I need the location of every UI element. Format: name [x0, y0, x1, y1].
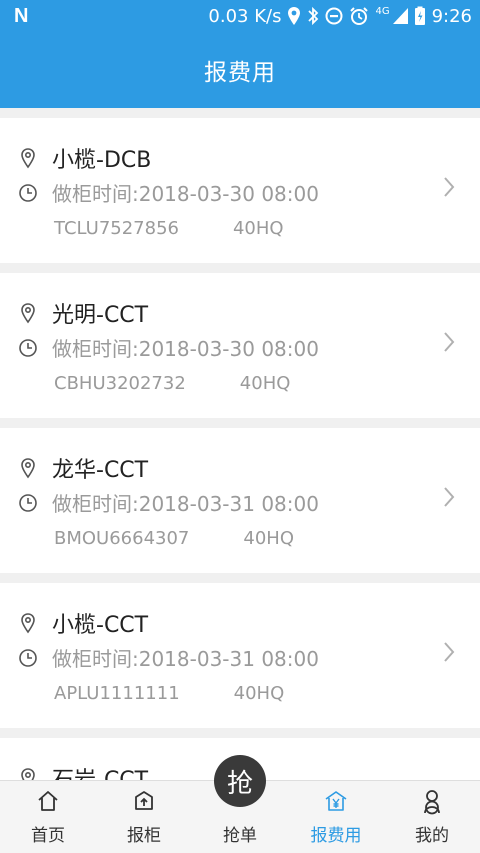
status-bar: N 0.03 K/s 4G 9:26 — [0, 0, 480, 32]
container-number: TCLU7527856 — [54, 218, 179, 239]
battery-icon — [414, 6, 425, 25]
network-speed: 0.03 K/s — [208, 5, 282, 27]
chevron-right-icon — [444, 487, 455, 507]
order-time: 做柜时间:2018-03-30 08:00 — [52, 337, 319, 361]
tab-mine[interactable]: 我的 — [384, 781, 480, 853]
do-not-disturb-icon — [325, 7, 343, 25]
yen-house-icon — [325, 791, 347, 811]
container-type: 40HQ — [233, 683, 285, 704]
order-time: 做柜时间:2018-03-30 08:00 — [52, 182, 319, 206]
container-number: CBHU3202732 — [54, 373, 186, 394]
order-card[interactable]: 光明-CCT 做柜时间:2018-03-30 08:00 CBHU3202732… — [0, 273, 480, 418]
container-type: 40HQ — [239, 373, 291, 394]
chevron-right-icon — [444, 332, 455, 352]
order-place-row: 龙华-CCT — [18, 452, 148, 484]
signal-icon — [392, 8, 408, 24]
order-place: 小榄-DCB — [52, 148, 152, 173]
chevron-right-icon — [444, 642, 455, 662]
order-meta: BMOU6664307 40HQ — [54, 528, 294, 549]
tab-label: 报费用 — [310, 826, 362, 846]
order-card[interactable]: 小榄-DCB 做柜时间:2018-03-30 08:00 TCLU7527856… — [0, 118, 480, 263]
clock-icon — [19, 338, 37, 357]
order-place: 龙华-CCT — [52, 458, 149, 483]
container-number: BMOU6664307 — [54, 528, 190, 549]
container-number: APLU1111111 — [54, 683, 180, 704]
chevron-right-icon — [444, 177, 455, 197]
tab-label: 我的 — [415, 826, 449, 846]
home-icon — [38, 791, 58, 811]
upload-box-icon — [135, 791, 153, 810]
location-icon — [288, 7, 301, 25]
page-title: 报费用 — [204, 60, 276, 86]
order-place-row: 光明-CCT — [18, 297, 148, 329]
order-place-row: 小榄-DCB — [18, 142, 151, 174]
location-pin-icon — [21, 768, 35, 780]
person-icon — [424, 790, 440, 815]
order-time-row: 做柜时间:2018-03-31 08:00 — [18, 643, 319, 672]
notification-n-icon: N — [14, 4, 29, 27]
order-meta: TCLU7527856 40HQ — [54, 218, 284, 239]
clock-icon — [19, 493, 37, 512]
clock-icon — [19, 183, 37, 202]
tab-label: 首页 — [31, 826, 65, 846]
order-place: 石岩-CCT — [52, 762, 148, 780]
location-pin-icon — [21, 613, 35, 634]
order-place-row: 小榄-CCT — [18, 607, 148, 639]
tab-report-fee[interactable]: 报费用 — [288, 781, 384, 853]
grab-button-text: 抢 — [226, 768, 253, 799]
order-list[interactable]: 小榄-DCB 做柜时间:2018-03-30 08:00 TCLU7527856… — [0, 118, 480, 780]
order-card[interactable]: 小榄-CCT 做柜时间:2018-03-31 08:00 APLU1111111… — [0, 583, 480, 728]
container-type: 40HQ — [243, 528, 294, 549]
order-time-row: 做柜时间:2018-03-30 08:00 — [18, 178, 319, 207]
location-pin-icon — [21, 303, 35, 324]
order-time: 做柜时间:2018-03-31 08:00 — [52, 492, 319, 516]
order-time: 做柜时间:2018-03-31 08:00 — [52, 647, 319, 671]
order-meta: CBHU3202732 40HQ — [54, 373, 290, 394]
tab-label: 报柜 — [127, 826, 161, 846]
location-pin-icon — [21, 148, 35, 169]
order-card[interactable]: 龙华-CCT 做柜时间:2018-03-31 08:00 BMOU6664307… — [0, 428, 480, 573]
order-time-row: 做柜时间:2018-03-30 08:00 — [18, 333, 319, 362]
tab-home[interactable]: 首页 — [0, 781, 96, 853]
clock: 9:26 — [431, 5, 472, 27]
order-time-row: 做柜时间:2018-03-31 08:00 — [18, 488, 319, 517]
order-place: 小榄-CCT — [52, 613, 149, 638]
grab-order-button[interactable]: 抢 — [214, 755, 266, 807]
app-bar: 报费用 — [0, 32, 480, 108]
alarm-icon — [350, 7, 369, 25]
container-type: 40HQ — [232, 218, 284, 239]
tab-label: 抢单 — [223, 826, 257, 846]
bluetooth-icon — [308, 6, 319, 26]
order-meta: APLU1111111 40HQ — [54, 683, 284, 704]
clock-icon — [19, 648, 37, 667]
order-place: 光明-CCT — [52, 303, 149, 328]
order-place-row: 石岩-CCT — [18, 762, 148, 780]
location-pin-icon — [21, 458, 35, 479]
signal-label: 4G — [375, 5, 390, 17]
tab-report-container[interactable]: 报柜 — [96, 781, 192, 853]
